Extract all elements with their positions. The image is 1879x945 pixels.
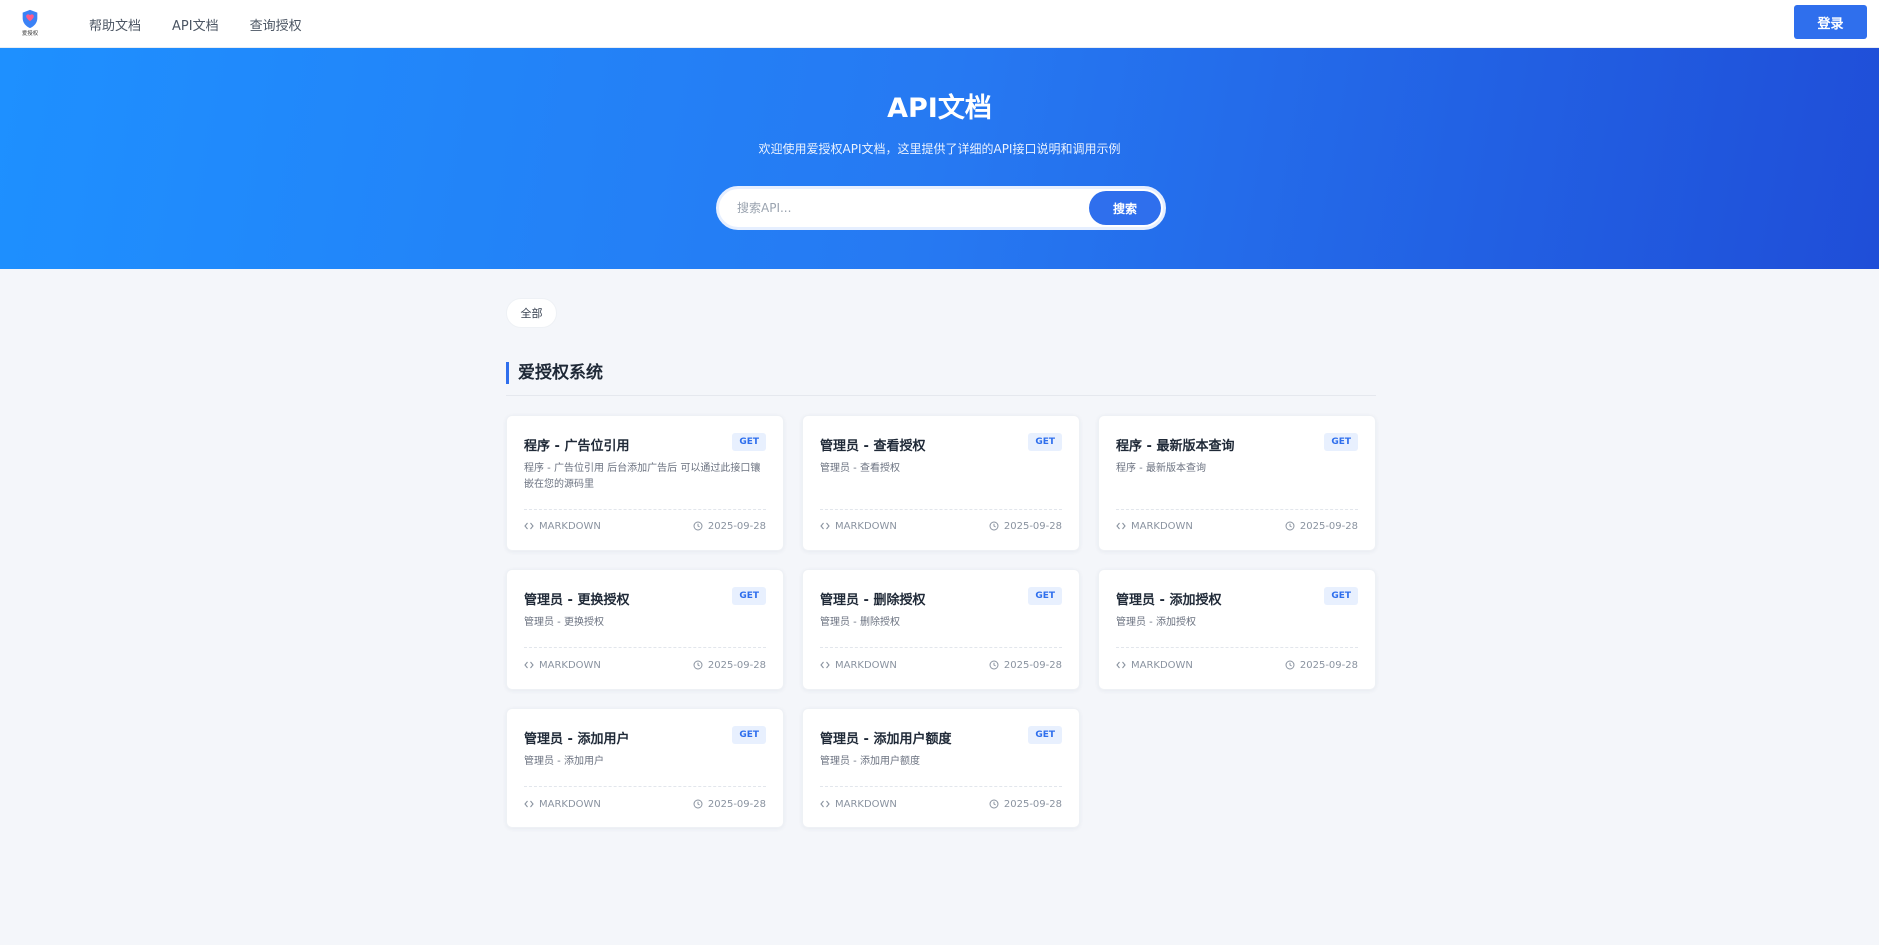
method-badge: GET (732, 726, 766, 744)
format-label: MARKDOWN (1131, 659, 1193, 671)
api-card-title: 管理员 - 添加用户额度 (820, 732, 952, 747)
format-label: MARKDOWN (539, 659, 601, 671)
api-card-title: 程序 - 最新版本查询 (1116, 439, 1235, 454)
clock-icon (989, 799, 999, 809)
date-label: 2025-09-28 (1003, 659, 1062, 671)
api-card-description: 管理员 - 添加授权 (1116, 617, 1196, 628)
clock-icon (989, 521, 999, 531)
search-input[interactable] (719, 189, 1089, 227)
method-badge: GET (1324, 433, 1358, 451)
login-button[interactable]: 登录 (1794, 5, 1867, 39)
card-divider (820, 786, 1062, 787)
api-card-title: 程序 - 广告位引用 (524, 439, 630, 454)
api-card-description: 程序 - 最新版本查询 (1116, 463, 1206, 474)
card-divider (820, 647, 1062, 648)
format-label: MARKDOWN (539, 798, 601, 810)
method-badge: GET (732, 587, 766, 605)
api-card[interactable]: 管理员 - 查看授权 GET 管理员 - 查看授权 MARKDOWN 2025-… (802, 415, 1080, 551)
clock-icon (693, 799, 703, 809)
api-card-footer: MARKDOWN 2025-09-28 (820, 797, 1062, 811)
shield-heart-icon (22, 9, 38, 29)
api-card-title: 管理员 - 添加用户 (524, 732, 630, 747)
method-badge: GET (732, 433, 766, 451)
date-label: 2025-09-28 (1003, 798, 1062, 810)
date-label: 2025-09-28 (707, 659, 766, 671)
method-badge: GET (1028, 587, 1062, 605)
code-icon (524, 800, 534, 808)
date-label: 2025-09-28 (1299, 520, 1358, 532)
api-card-footer: MARKDOWN 2025-09-28 (1116, 658, 1358, 672)
api-card[interactable]: 管理员 - 添加用户 GET 管理员 - 添加用户 MARKDOWN 2025-… (506, 708, 784, 828)
format-label: MARKDOWN (835, 798, 897, 810)
page-title: API文档 (887, 93, 992, 124)
top-navbar: 爱授权 帮助文档 API文档 查询授权 登录 (0, 0, 1879, 48)
card-divider (524, 786, 766, 787)
search-button[interactable]: 搜索 (1089, 191, 1161, 225)
date-label: 2025-09-28 (707, 798, 766, 810)
api-card-description: 管理员 - 删除授权 (820, 617, 900, 628)
format-label: MARKDOWN (539, 520, 601, 532)
method-badge: GET (1028, 726, 1062, 744)
date-label: 2025-09-28 (707, 520, 766, 532)
nav-api-docs[interactable]: API文档 (172, 15, 219, 34)
card-divider (1116, 509, 1358, 510)
method-badge: GET (1028, 433, 1062, 451)
code-icon (524, 661, 534, 669)
section-title: 爱授权系统 (506, 362, 603, 384)
search-bar: 搜索 (716, 186, 1166, 230)
date-label: 2025-09-28 (1003, 520, 1062, 532)
api-card[interactable]: 管理员 - 删除授权 GET 管理员 - 删除授权 MARKDOWN 2025-… (802, 569, 1080, 690)
format-label: MARKDOWN (1131, 520, 1193, 532)
nav-query-license[interactable]: 查询授权 (250, 15, 302, 34)
code-icon (1116, 522, 1126, 530)
logo-text: 爱授权 (21, 30, 39, 37)
api-card-footer: MARKDOWN 2025-09-28 (1116, 519, 1358, 533)
api-card-description: 管理员 - 添加用户额度 (820, 756, 920, 767)
clock-icon (1285, 660, 1295, 670)
api-card-title: 管理员 - 删除授权 (820, 593, 926, 608)
page-subtitle: 欢迎使用爱授权API文档，这里提供了详细的API接口说明和调用示例 (758, 142, 1121, 156)
clock-icon (693, 521, 703, 531)
clock-icon (1285, 521, 1295, 531)
card-divider (1116, 647, 1358, 648)
api-card-title: 管理员 - 更换授权 (524, 593, 630, 608)
date-label: 2025-09-28 (1299, 659, 1358, 671)
api-card-footer: MARKDOWN 2025-09-28 (524, 658, 766, 672)
api-card[interactable]: 程序 - 广告位引用 GET 程序 - 广告位引用 后台添加广告后 可以通过此接… (506, 415, 784, 551)
code-icon (820, 522, 830, 530)
nav-help-docs[interactable]: 帮助文档 (89, 15, 141, 34)
section-divider (506, 395, 1376, 396)
api-card-description: 程序 - 广告位引用 后台添加广告后 可以通过此接口镶嵌在您的源码里 (524, 463, 761, 490)
api-card-title: 管理员 - 查看授权 (820, 439, 926, 454)
format-label: MARKDOWN (835, 520, 897, 532)
api-card-footer: MARKDOWN 2025-09-28 (820, 658, 1062, 672)
api-card-description: 管理员 - 更换授权 (524, 617, 604, 628)
api-card-footer: MARKDOWN 2025-09-28 (524, 519, 766, 533)
filter-all[interactable]: 全部 (506, 298, 557, 328)
clock-icon (693, 660, 703, 670)
api-card-footer: MARKDOWN 2025-09-28 (524, 797, 766, 811)
card-divider (524, 647, 766, 648)
api-card[interactable]: 管理员 - 更换授权 GET 管理员 - 更换授权 MARKDOWN 2025-… (506, 569, 784, 690)
method-badge: GET (1324, 587, 1358, 605)
api-card[interactable]: 程序 - 最新版本查询 GET 程序 - 最新版本查询 MARKDOWN 202… (1098, 415, 1376, 551)
logo[interactable]: 爱授权 (18, 8, 42, 38)
api-card-footer: MARKDOWN 2025-09-28 (820, 519, 1062, 533)
main-nav: 帮助文档 API文档 查询授权 (89, 0, 302, 48)
clock-icon (989, 660, 999, 670)
api-card[interactable]: 管理员 - 添加用户额度 GET 管理员 - 添加用户额度 MARKDOWN 2… (802, 708, 1080, 828)
format-label: MARKDOWN (835, 659, 897, 671)
code-icon (1116, 661, 1126, 669)
code-icon (820, 661, 830, 669)
api-card-title: 管理员 - 添加授权 (1116, 593, 1222, 608)
hero-banner: API文档 欢迎使用爱授权API文档，这里提供了详细的API接口说明和调用示例 … (0, 48, 1879, 269)
code-icon (524, 522, 534, 530)
api-card-description: 管理员 - 查看授权 (820, 463, 900, 474)
api-card[interactable]: 管理员 - 添加授权 GET 管理员 - 添加授权 MARKDOWN 2025-… (1098, 569, 1376, 690)
card-divider (820, 509, 1062, 510)
code-icon (820, 800, 830, 808)
card-divider (524, 509, 766, 510)
api-card-description: 管理员 - 添加用户 (524, 756, 604, 767)
